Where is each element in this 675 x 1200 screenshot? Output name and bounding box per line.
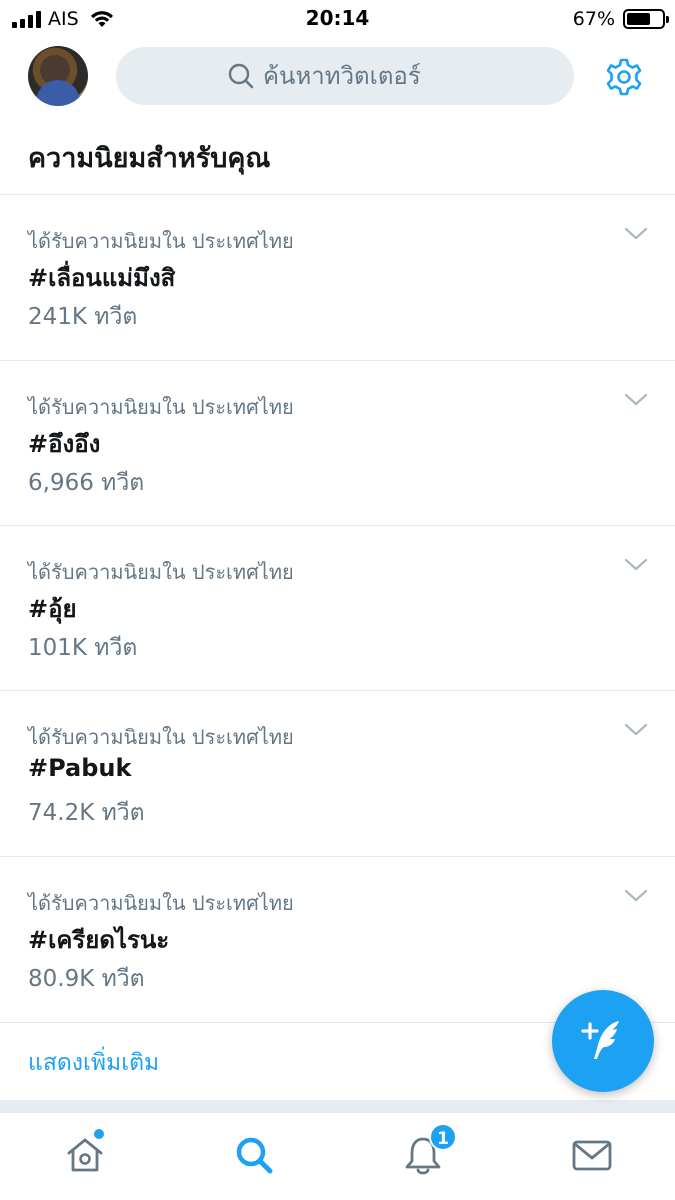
- compose-feather-icon: [581, 1021, 619, 1059]
- tab-home[interactable]: [63, 1129, 107, 1177]
- show-more-link[interactable]: แสดงเพิ่มเติม: [28, 1045, 159, 1081]
- trend-item[interactable]: ได้รับความนิยมใน ประเทศไทย #อุ้ย 101K ทว…: [0, 526, 675, 691]
- trend-name: #อึงอึง: [28, 430, 101, 458]
- chevron-down-icon[interactable]: [622, 391, 650, 409]
- trend-item[interactable]: ได้รับความนิยมใน ประเทศไทย #เครียดไรนะ 8…: [0, 857, 675, 1022]
- trend-item[interactable]: ได้รับความนิยมใน ประเทศไทย #Pabuk 74.2K …: [0, 691, 675, 856]
- chevron-down-icon[interactable]: [622, 887, 650, 905]
- trend-context: ได้รับความนิยมใน ประเทศไทย: [28, 395, 294, 419]
- trend-context: ได้รับความนิยมใน ประเทศไทย: [28, 560, 294, 584]
- trend-count: 241K ทวีต: [28, 304, 138, 330]
- search-input[interactable]: [263, 62, 463, 90]
- trend-item[interactable]: ได้รับความนิยมใน ประเทศไทย #อึงอึง 6,966…: [0, 361, 675, 526]
- explore-screen: AIS 20:14 67% ค้นหาทวิตเตอร์ ความนิยมสำห…: [0, 0, 675, 1200]
- section-title: ความนิยมสำหรับคุณ: [28, 143, 271, 174]
- battery-percent: 67%: [572, 8, 615, 30]
- trend-context: ได้รับความนิยมใน ประเทศไทย: [28, 229, 294, 253]
- trend-item[interactable]: ได้รับความนิยมใน ประเทศไทย #เลื่อนแม่มึง…: [0, 195, 675, 360]
- chevron-down-icon[interactable]: [622, 225, 650, 243]
- gear-icon[interactable]: [603, 56, 645, 98]
- compose-tweet-button[interactable]: [552, 990, 654, 1092]
- chevron-down-icon[interactable]: [622, 721, 650, 739]
- profile-avatar[interactable]: [28, 46, 88, 106]
- battery-icon: [623, 9, 669, 29]
- trend-context: ได้รับความนิยมใน ประเทศไทย: [28, 891, 294, 915]
- trend-context: ได้รับความนิยมใน ประเทศไทย: [28, 725, 294, 749]
- tab-notifications[interactable]: 1: [401, 1123, 457, 1177]
- new-content-dot: [94, 1129, 104, 1139]
- messages-icon: [572, 1140, 612, 1171]
- notification-badge: 1: [429, 1123, 457, 1151]
- header: [0, 40, 675, 116]
- trend-count: 80.9K ทวีต: [28, 966, 145, 992]
- status-right: 67%: [572, 6, 669, 32]
- trend-name: #อุ้ย: [28, 595, 77, 623]
- trend-count: 6,966 ทวีต: [28, 470, 145, 496]
- trend-name: #Pabuk: [28, 754, 132, 782]
- trend-count: 74.2K ทวีต: [28, 800, 145, 826]
- section-separator: [0, 1100, 675, 1112]
- tab-bar: 1: [0, 1112, 675, 1200]
- search-icon: [228, 63, 254, 89]
- chevron-down-icon[interactable]: [622, 556, 650, 574]
- tab-search[interactable]: [232, 1133, 276, 1177]
- status-bar: AIS 20:14 67%: [0, 0, 675, 40]
- trend-name: #เครียดไรนะ: [28, 926, 170, 954]
- battery-fill: [627, 13, 650, 25]
- home-icon: [67, 1138, 103, 1172]
- trend-count: 101K ทวีต: [28, 635, 138, 661]
- tab-messages[interactable]: [570, 1133, 614, 1177]
- search-icon: [236, 1137, 273, 1174]
- trend-name: #เลื่อนแม่มึงสิ: [28, 264, 176, 292]
- search-box[interactable]: [116, 47, 574, 105]
